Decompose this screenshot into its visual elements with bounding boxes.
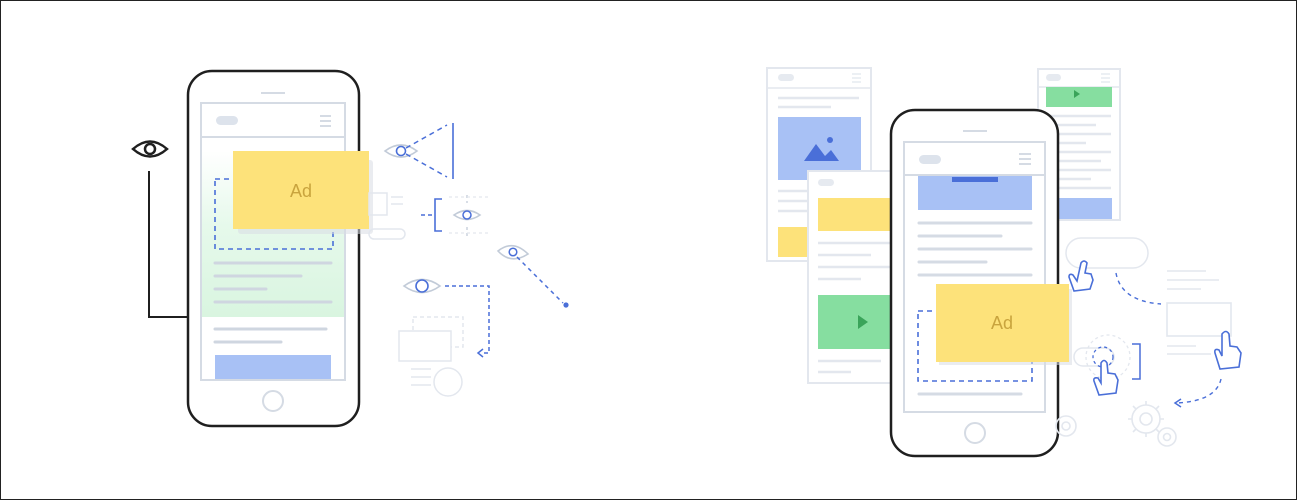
- right-panel-illustration: Ad: [766, 67, 1242, 458]
- interaction-decorations-right: [1055, 237, 1242, 447]
- illustration-canvas: Ad Ad: [131, 67, 1242, 458]
- left-panel-illustration: Ad: [131, 69, 569, 428]
- phone-left: [186, 69, 361, 428]
- phone-right: [889, 108, 1060, 458]
- eye-icon: [131, 140, 169, 158]
- illustration-frame: Ad Ad: [0, 0, 1297, 500]
- gear-icon: [1055, 401, 1177, 447]
- hand-pointer-icon: [1214, 330, 1242, 370]
- viewability-decorations-left: [368, 123, 569, 397]
- ad-card-left: Ad: [233, 151, 373, 234]
- ad-label-left: Ad: [290, 181, 312, 201]
- background-page-c: [807, 170, 905, 384]
- ad-card-right: Ad: [936, 284, 1072, 365]
- ad-label-right: Ad: [991, 313, 1013, 333]
